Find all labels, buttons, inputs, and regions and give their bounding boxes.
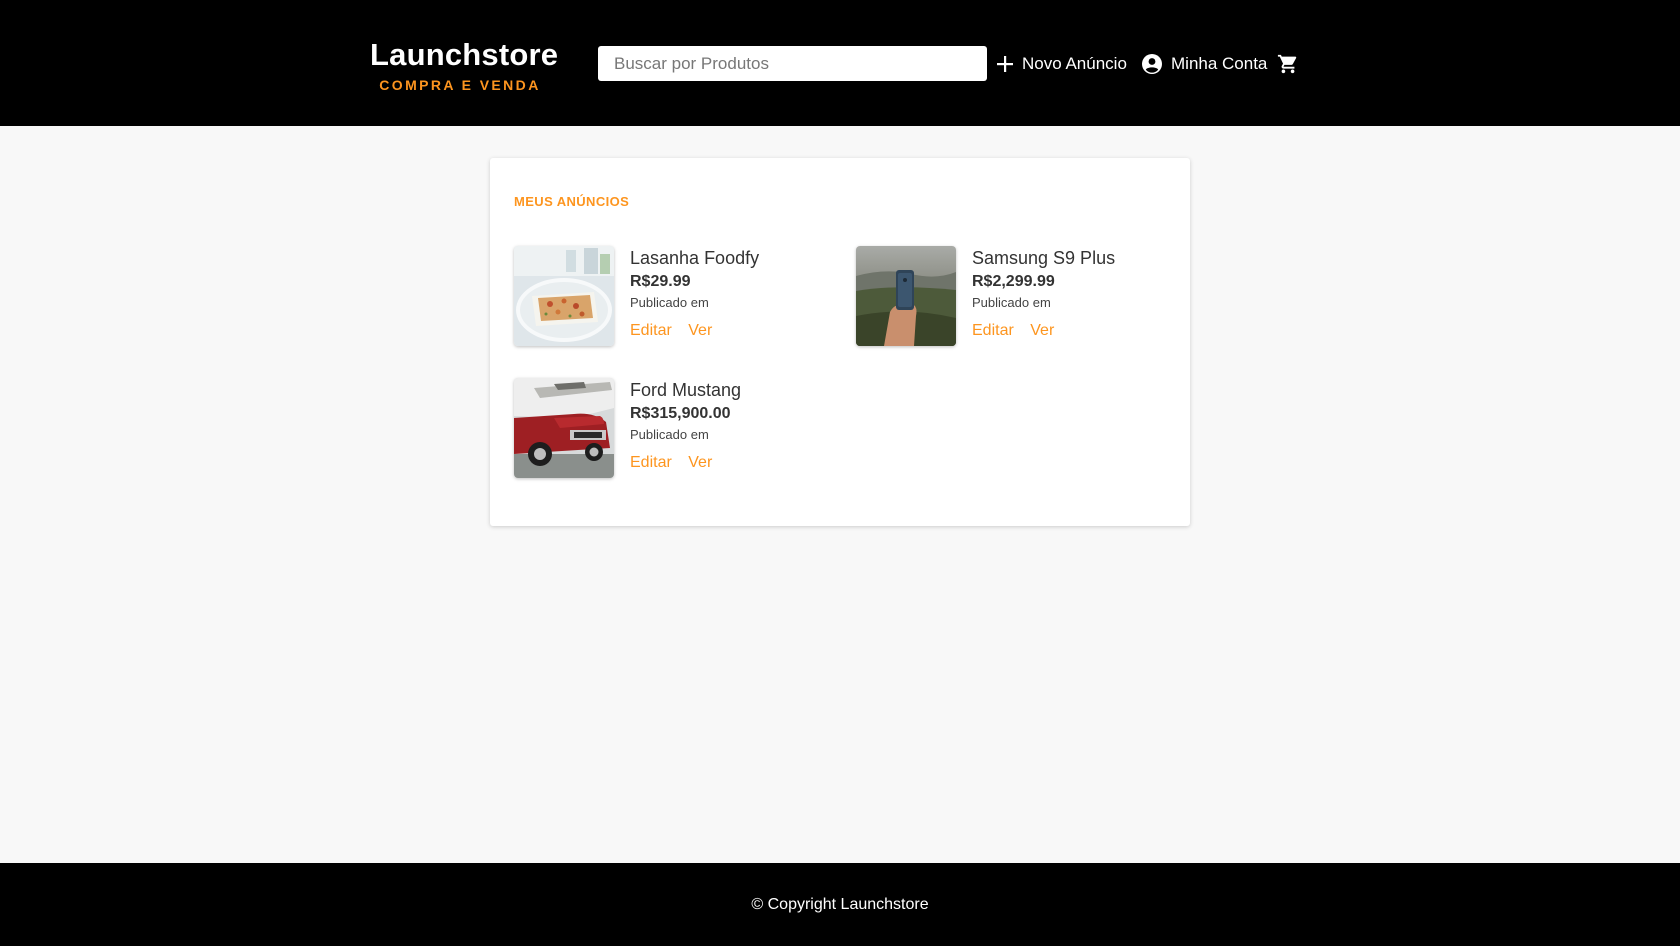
new-ad-link[interactable]: Novo Anúncio bbox=[996, 49, 1127, 79]
product-name: Samsung S9 Plus bbox=[972, 248, 1116, 268]
product-image-car bbox=[514, 378, 614, 478]
published-label: Publicado em bbox=[630, 427, 709, 442]
product-name: Lasanha Foodfy bbox=[630, 248, 760, 268]
edit-link[interactable]: Editar bbox=[630, 322, 672, 339]
account-circle-icon bbox=[1141, 53, 1163, 75]
footer: © Copyright Launchstore bbox=[0, 863, 1680, 946]
my-ads-card: MEUS ANÚNCIOS Lasanha Foodfy R$29.99 Pub… bbox=[490, 158, 1190, 526]
edit-link[interactable]: Editar bbox=[972, 322, 1014, 339]
plus-icon bbox=[996, 55, 1014, 73]
ad-info: Lasanha Foodfy R$29.99 Publicado em Edit… bbox=[630, 246, 759, 340]
ad-info: Ford Mustang R$315,900.00 Publicado em E… bbox=[630, 378, 741, 472]
published-label: Publicado em bbox=[972, 295, 1051, 310]
ad-info: Samsung S9 Plus R$2,299.99 Publicado em … bbox=[972, 246, 1115, 340]
ad-actions: Editar Ver bbox=[972, 322, 1115, 340]
copyright-text: © Copyright Launchstore bbox=[751, 895, 929, 913]
product-name: Ford Mustang bbox=[630, 380, 742, 400]
page: Launchstore COMPRA E VENDA Novo Anúncio bbox=[0, 0, 1680, 946]
ad-item: Ford Mustang R$315,900.00 Publicado em E… bbox=[514, 378, 834, 478]
published-label: Publicado em bbox=[630, 295, 709, 310]
view-link[interactable]: Ver bbox=[688, 322, 712, 339]
ad-item: Samsung S9 Plus R$2,299.99 Publicado em … bbox=[856, 246, 1176, 346]
ad-actions: Editar Ver bbox=[630, 322, 759, 340]
header: Launchstore COMPRA E VENDA Novo Anúncio bbox=[0, 0, 1680, 126]
view-link[interactable]: Ver bbox=[688, 454, 712, 471]
cart-icon bbox=[1277, 53, 1299, 75]
account-label: Minha Conta bbox=[1171, 54, 1268, 73]
section-title: MEUS ANÚNCIOS bbox=[514, 194, 630, 209]
product-price: R$29.99 bbox=[630, 273, 691, 290]
logo-link[interactable]: Launchstore COMPRA E VENDA bbox=[370, 36, 559, 94]
product-price: R$315,900.00 bbox=[630, 405, 731, 422]
search-input[interactable] bbox=[598, 46, 987, 81]
view-link[interactable]: Ver bbox=[1030, 322, 1054, 339]
new-ad-label: Novo Anúncio bbox=[1022, 54, 1127, 73]
logo-subtitle: COMPRA E VENDA bbox=[379, 77, 541, 93]
cart-link[interactable] bbox=[1277, 49, 1307, 79]
account-link[interactable]: Minha Conta bbox=[1141, 49, 1267, 79]
edit-link[interactable]: Editar bbox=[630, 454, 672, 471]
product-price: R$2,299.99 bbox=[972, 273, 1055, 290]
logo-title: Launchstore bbox=[370, 37, 559, 72]
product-image-phone bbox=[856, 246, 956, 346]
ad-actions: Editar Ver bbox=[630, 454, 741, 472]
product-image-lasagna bbox=[514, 246, 614, 346]
ad-item: Lasanha Foodfy R$29.99 Publicado em Edit… bbox=[514, 246, 834, 346]
